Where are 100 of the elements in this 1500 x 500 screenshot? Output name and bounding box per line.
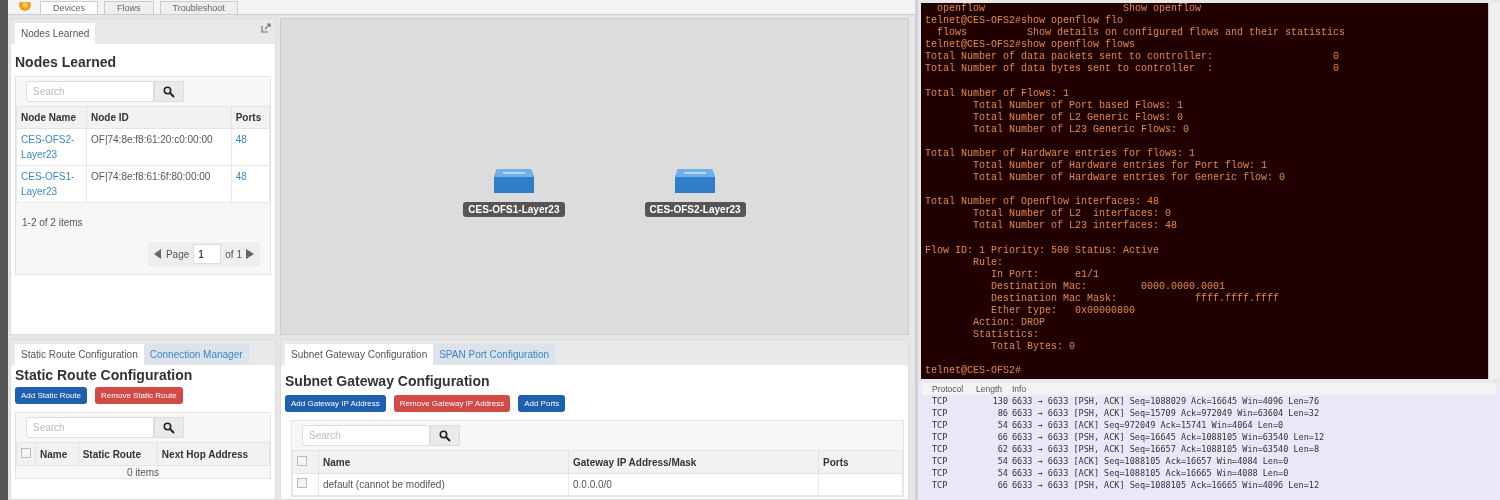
terminal-line: Total Number of Flows: 1 bbox=[925, 87, 1070, 100]
protocol-cell[interactable]: TCP bbox=[932, 443, 972, 455]
protocol-cell[interactable]: TCP bbox=[932, 467, 972, 479]
search-button[interactable] bbox=[154, 417, 184, 438]
terminal-line: Rule: bbox=[972, 256, 1003, 269]
action-button[interactable]: Add Static Route bbox=[15, 387, 88, 404]
panel-tab[interactable]: Subnet Gateway Configuration bbox=[285, 344, 434, 365]
terminal-line: telnet@CES-OFS2# bbox=[925, 365, 1021, 378]
terminal-line: Destination Mac Mask: ffff.ffff.ffff bbox=[990, 292, 1280, 305]
terminal-line: Total Number of L2 Generic Flows: 0 bbox=[972, 111, 1184, 124]
action-button[interactable]: Add Gateway IP Address bbox=[285, 395, 386, 412]
length-cell[interactable]: 66 bbox=[976, 479, 1008, 491]
column-header: Static Route bbox=[78, 442, 158, 466]
page-field[interactable]: 1 bbox=[193, 244, 222, 264]
column-header: Gateway IP Address/Mask bbox=[568, 450, 819, 474]
column-header: Name bbox=[35, 442, 79, 466]
terminal-line: telnet@CES-OFS2#show openflow flows bbox=[925, 39, 1136, 51]
length-cell[interactable]: 54 bbox=[976, 467, 1008, 479]
column-header: Node Name bbox=[16, 106, 87, 129]
length-cell[interactable]: 54 bbox=[976, 455, 1008, 467]
search-field[interactable]: Search bbox=[302, 425, 430, 446]
action-button[interactable]: Add Ports bbox=[518, 395, 566, 412]
length-cell[interactable]: 54 bbox=[976, 419, 1008, 431]
nav-tab[interactable]: Flows bbox=[104, 1, 154, 14]
terminal-line: Total Number of Hardware entries for Generic flow: 0 bbox=[972, 172, 1286, 185]
column-header: Name bbox=[318, 450, 569, 474]
node-name-link[interactable]: CES-OFS2-Layer23 bbox=[16, 128, 87, 166]
search-icon bbox=[163, 85, 175, 98]
terminal-line: Action: DROP bbox=[972, 317, 1046, 329]
length-cell[interactable]: 66 bbox=[976, 431, 1008, 443]
protocol-cell[interactable]: TCP bbox=[932, 431, 972, 443]
terminal-line: Total Number of L23 interfaces: 48 bbox=[972, 220, 1178, 233]
table-cell: 0.0.0.0/0 bbox=[568, 473, 819, 496]
panel-tab[interactable]: Static Route Configuration bbox=[15, 344, 144, 365]
nav-tab[interactable]: Devices bbox=[40, 1, 98, 14]
info-cell[interactable]: 6633 → 6633 [PSH, ACK] Seq=16657 Ack=1088105 Win=63540 Len=8 bbox=[1012, 443, 1496, 455]
info-cell[interactable]: 6633 → 6633 [ACK] Seq=1088105 Ack=16665 Win=4088 Len=0 bbox=[1012, 467, 1496, 479]
terminal-line: flows Show details on configured flows and their statistics bbox=[936, 27, 1346, 39]
page-total: of 1 bbox=[225, 248, 242, 260]
checkbox[interactable] bbox=[21, 448, 31, 458]
terminal-line: Total Number of Port based Flows: 1 bbox=[972, 99, 1184, 112]
node-label[interactable]: CES-OFS1-Layer23 bbox=[463, 201, 565, 217]
search-field[interactable]: Search bbox=[26, 417, 154, 438]
terminal-line: Destination Mac: 0000.0000.0001 bbox=[990, 280, 1226, 293]
page-label: Page bbox=[165, 248, 190, 260]
protocol-cell[interactable]: TCP bbox=[932, 407, 972, 419]
scrollbar[interactable] bbox=[1488, 3, 1500, 379]
terminal-line: Total Number of Hardware entries for flows: 1 bbox=[925, 147, 1196, 160]
previous-page-icon[interactable] bbox=[153, 249, 162, 259]
length-cell[interactable]: 86 bbox=[976, 407, 1008, 419]
info-cell[interactable]: 6633 → 6633 [PSH, ACK] Seq=16645 Ack=1088105 Win=63540 Len=12 bbox=[1012, 431, 1496, 443]
search-icon bbox=[439, 429, 451, 442]
terminal-line: telnet@CES-OFS2#show openflow flo bbox=[925, 15, 1124, 27]
column-header: Protocol bbox=[932, 383, 965, 395]
column-header: Info bbox=[1012, 383, 1028, 395]
info-cell[interactable]: 6633 → 6633 [ACK] Seq=1088105 Ack=16657 Win=4084 Len=0 bbox=[1012, 455, 1496, 467]
next-page-icon[interactable] bbox=[246, 249, 254, 259]
terminal-line: Total Number of data packets sent to controller: 0 bbox=[925, 51, 1340, 63]
terminal-line: Total Number of Hardware entries for Port flow: 1 bbox=[972, 160, 1268, 172]
terminal-line: Ether type: 0x00000800 bbox=[990, 304, 1136, 317]
terminal-line: Flow ID: 1 Priority: 500 Status: Active bbox=[925, 244, 1160, 257]
info-cell[interactable]: 6633 → 6633 [PSH, ACK] Seq=1088105 Ack=16665 Win=4096 Len=12 bbox=[1012, 479, 1496, 491]
terminal-line: Total Number of Openflow interfaces: 48 bbox=[925, 196, 1160, 208]
search-button[interactable] bbox=[430, 425, 460, 446]
action-button[interactable]: Remove Static Route bbox=[95, 387, 183, 404]
popout-icon[interactable] bbox=[261, 23, 271, 33]
checkbox[interactable] bbox=[297, 478, 307, 488]
protocol-cell[interactable]: TCP bbox=[932, 419, 972, 431]
column-header: Next Hop Address bbox=[157, 442, 270, 466]
protocol-cell[interactable]: TCP bbox=[932, 395, 972, 407]
column-header: Length bbox=[976, 383, 1003, 395]
action-button[interactable]: Remove Gateway IP Address bbox=[393, 395, 511, 412]
column-header: Node ID bbox=[86, 106, 232, 129]
terminal-line: Total Number of L2 interfaces: 0 bbox=[972, 208, 1172, 220]
panel-title: Static Route Configuration bbox=[14, 366, 194, 385]
info-cell[interactable]: 6633 → 6633 [ACK] Seq=972049 Ack=15741 Win=4064 Len=0 bbox=[1012, 419, 1496, 431]
node-name-link[interactable]: CES-OFS1-Layer23 bbox=[16, 165, 87, 203]
ports-link[interactable]: 48 bbox=[231, 128, 270, 166]
info-cell[interactable]: 6633 → 6633 [PSH, ACK] Seq=15709 Ack=972049 Win=63604 Len=32 bbox=[1012, 407, 1496, 419]
checkbox[interactable] bbox=[297, 456, 307, 466]
column-header: Ports bbox=[818, 450, 903, 474]
protocol-cell[interactable]: TCP bbox=[932, 455, 972, 467]
table-cell: OF|74:8e:f8:61:20:c0:00:00 bbox=[86, 128, 232, 166]
search-icon bbox=[163, 421, 175, 434]
terminal-line: Total Number of L23 Generic Flows: 0 bbox=[972, 123, 1190, 136]
table-cell: default (cannot be modifed) bbox=[318, 473, 569, 496]
terminal-line: openflow Show openflow bbox=[936, 3, 1202, 15]
panel-tab[interactable]: Nodes Learned bbox=[15, 23, 96, 44]
nav-tab[interactable]: Troubleshoot bbox=[159, 1, 238, 14]
length-cell[interactable]: 62 bbox=[976, 443, 1008, 455]
table-cell: OF|74:8e:f8:61:6f:80:00:00 bbox=[86, 165, 232, 203]
column-header: Ports bbox=[231, 106, 270, 129]
item-count: 0 items bbox=[125, 466, 161, 478]
info-cell[interactable]: 6633 → 6633 [PSH, ACK] Seq=1088029 Ack=16645 Win=4096 Len=76 bbox=[1012, 395, 1496, 407]
length-cell[interactable]: 130 bbox=[976, 395, 1008, 407]
protocol-cell[interactable]: TCP bbox=[932, 479, 972, 491]
ports-link[interactable]: 48 bbox=[231, 165, 270, 203]
search-field[interactable]: Search bbox=[26, 81, 154, 102]
node-label[interactable]: CES-OFS2-Layer23 bbox=[644, 201, 746, 217]
search-button[interactable] bbox=[154, 81, 184, 102]
